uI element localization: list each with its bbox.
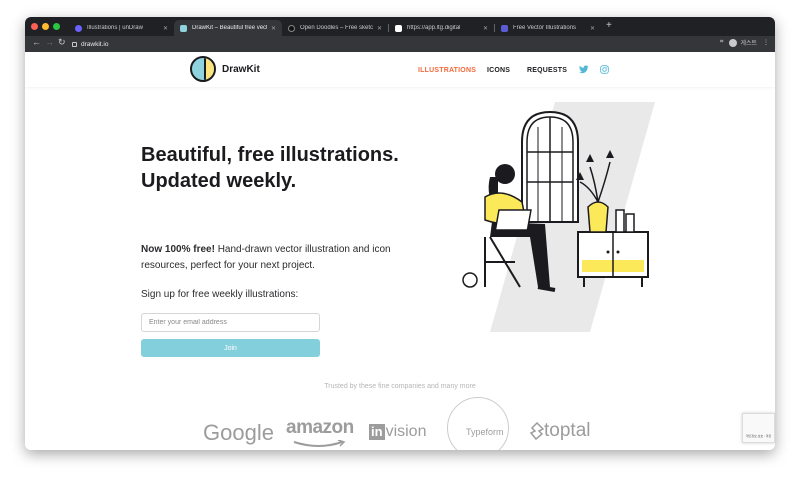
typeform-logo: Typeform	[466, 427, 504, 437]
toolbar-right: ⌗ 게스트 ⋮	[720, 38, 769, 47]
ball-decoration	[462, 272, 478, 288]
open-doodles-favicon-icon	[288, 24, 295, 32]
close-window-button[interactable]	[31, 23, 38, 30]
amazon-logo: amazon	[286, 417, 354, 438]
new-tab-icon[interactable]: +	[606, 20, 612, 31]
tab-free-vector[interactable]: Free Vector Illustrations ✕	[495, 20, 601, 36]
browser-window: Illustrations | unDraw ✕ DrawKit – Beaut…	[25, 17, 775, 450]
drawkit-favicon-icon	[180, 24, 187, 32]
hero-description: Now 100% free! Hand-drawn vector illustr…	[141, 242, 401, 274]
tab-title: DrawKit – Beautiful free vector	[192, 25, 267, 31]
site-header: DrawKit ILLUSTRATIONS ICONS REQUESTS	[25, 52, 775, 87]
toptal-logo: toptal	[530, 420, 590, 442]
twitter-icon[interactable]	[579, 65, 589, 76]
drawkit-logo-icon	[190, 56, 216, 82]
tab-ltg-digital[interactable]: https://app.ltg.digital ✕	[389, 20, 494, 36]
minimize-window-button[interactable]	[42, 23, 49, 30]
page-content: DrawKit ILLUSTRATIONS ICONS REQUESTS Bea…	[25, 52, 775, 450]
hero-illustration	[462, 102, 655, 332]
close-tab-icon[interactable]: ✕	[163, 25, 168, 32]
logo-text: DrawKit	[222, 63, 260, 75]
invision-box: in	[369, 424, 385, 440]
nav-requests[interactable]: REQUESTS	[527, 67, 567, 74]
free-vector-favicon-icon	[501, 24, 508, 32]
url-text: drawkit.io	[81, 40, 109, 48]
trusted-caption: Trusted by these fine companies and many…	[324, 383, 476, 390]
close-tab-icon[interactable]: ✕	[483, 25, 488, 32]
tab-drawkit[interactable]: DrawKit – Beautiful free vector ✕	[174, 20, 282, 36]
recaptcha-text: 개인정보 보호 - 약관	[745, 434, 772, 438]
nav-illustrations[interactable]: ILLUSTRATIONS	[418, 67, 476, 74]
close-tab-icon[interactable]: ✕	[271, 25, 276, 32]
close-tab-icon[interactable]: ✕	[590, 25, 595, 32]
arched-window	[521, 110, 579, 223]
profile-button[interactable]: 게스트	[729, 38, 757, 47]
join-button[interactable]: Join	[141, 339, 320, 357]
hero-description-bold: Now 100% free!	[141, 244, 215, 255]
window-controls	[31, 23, 60, 30]
ltg-favicon-icon	[395, 24, 402, 32]
amazon-smile-icon	[293, 440, 346, 447]
tab-title: Free Vector Illustrations	[513, 25, 577, 31]
signup-label: Sign up for free weekly illustrations:	[141, 289, 299, 300]
back-arrow-icon[interactable]: ←	[32, 37, 41, 47]
reload-icon[interactable]: ↻	[58, 37, 66, 48]
translate-icon[interactable]: ⌗	[720, 39, 723, 46]
close-tab-icon[interactable]: ✕	[377, 25, 382, 32]
toptal-text: toptal	[544, 420, 591, 441]
tab-bar: Illustrations | unDraw ✕ DrawKit – Beaut…	[25, 17, 775, 36]
maximize-window-button[interactable]	[53, 23, 60, 30]
tab-title: Illustrations | unDraw	[87, 25, 143, 31]
tab-undraw[interactable]: Illustrations | unDraw ✕	[69, 20, 174, 36]
instagram-icon[interactable]	[600, 65, 609, 76]
undraw-favicon-icon	[75, 24, 82, 32]
lock-icon	[72, 41, 77, 47]
invision-logo: in vision	[369, 423, 426, 441]
email-input[interactable]	[141, 313, 320, 332]
nav-icons[interactable]: ICONS	[487, 67, 510, 74]
drawkit-logo[interactable]: DrawKit	[190, 56, 260, 82]
tab-title: https://app.ltg.digital	[407, 25, 461, 31]
forward-arrow-icon[interactable]: →	[45, 37, 54, 47]
more-menu-icon[interactable]: ⋮	[763, 39, 769, 46]
invision-text: vision	[385, 423, 427, 440]
google-logo: Google	[203, 420, 274, 445]
typeform-circle	[447, 397, 509, 450]
tab-open-doodles[interactable]: Open Doodles – Free sketchy I ✕	[282, 20, 388, 36]
browser-toolbar: ← → ↻ drawkit.io ⌗ 게스트 ⋮	[25, 36, 775, 52]
recaptcha-badge[interactable]: 개인정보 보호 - 약관	[742, 413, 775, 443]
hero-title: Beautiful, free illustrations. Updated w…	[141, 144, 399, 192]
address-bar[interactable]: drawkit.io	[72, 38, 702, 50]
profile-label: 게스트	[740, 41, 757, 47]
tab-title: Open Doodles – Free sketchy I	[300, 25, 373, 31]
toptal-mark-icon	[530, 422, 544, 440]
avatar	[729, 38, 738, 47]
